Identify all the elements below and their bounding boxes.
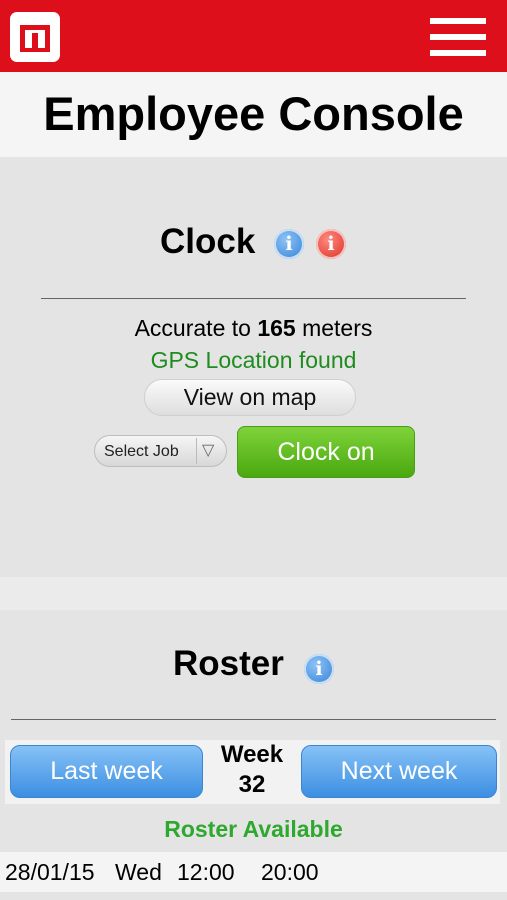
roster-info-icon[interactable]: i (304, 654, 334, 684)
job-select-value: Select Job (104, 443, 179, 460)
clock-on-button[interactable]: Clock on (237, 426, 415, 478)
info-icon[interactable]: i (274, 229, 304, 259)
page-header: Employee Console (0, 72, 507, 157)
clock-divider (41, 298, 466, 299)
view-on-map-button[interactable]: View on map (144, 379, 356, 416)
week-indicator: Week 32 (210, 740, 294, 800)
shift-day: Wed (115, 859, 162, 885)
roster-status: Roster Available (164, 816, 343, 842)
shift-start: 12:00 (177, 859, 235, 885)
alert-info-icon[interactable]: i (316, 229, 346, 259)
next-week-button[interactable]: Next week (301, 745, 497, 798)
gps-status: GPS Location found (150, 347, 357, 373)
last-week-button[interactable]: Last week (10, 745, 203, 798)
hamburger-menu-icon[interactable] (430, 18, 486, 56)
roster-panel: Roster i Last week Week 32 Next week Ros… (0, 610, 507, 900)
clock-panel: Clock i i Accurate to 165 meters GPS Loc… (0, 157, 507, 577)
table-row[interactable]: 28/01/15 Wed 12:00 20:00 (0, 852, 507, 892)
roster-divider (11, 719, 496, 720)
top-bar (0, 0, 507, 72)
accuracy-prefix: Accurate to (134, 315, 258, 341)
gps-accuracy-text: Accurate to 165 meters (0, 315, 507, 342)
accuracy-suffix: meters (295, 315, 373, 341)
job-select[interactable]: Select Job ▽ (94, 435, 227, 467)
clock-title: Clock (160, 222, 256, 261)
shift-date: 28/01/15 (5, 859, 95, 885)
week-label: Week (220, 741, 284, 768)
roster-title: Roster (173, 644, 284, 683)
accuracy-value: 165 (257, 315, 296, 341)
brand-logo-icon[interactable] (10, 12, 60, 62)
chevron-down-icon: ▽ (202, 442, 215, 459)
shift-end: 20:00 (261, 859, 319, 885)
week-number: 32 (238, 771, 266, 798)
page-title: Employee Console (43, 87, 464, 140)
